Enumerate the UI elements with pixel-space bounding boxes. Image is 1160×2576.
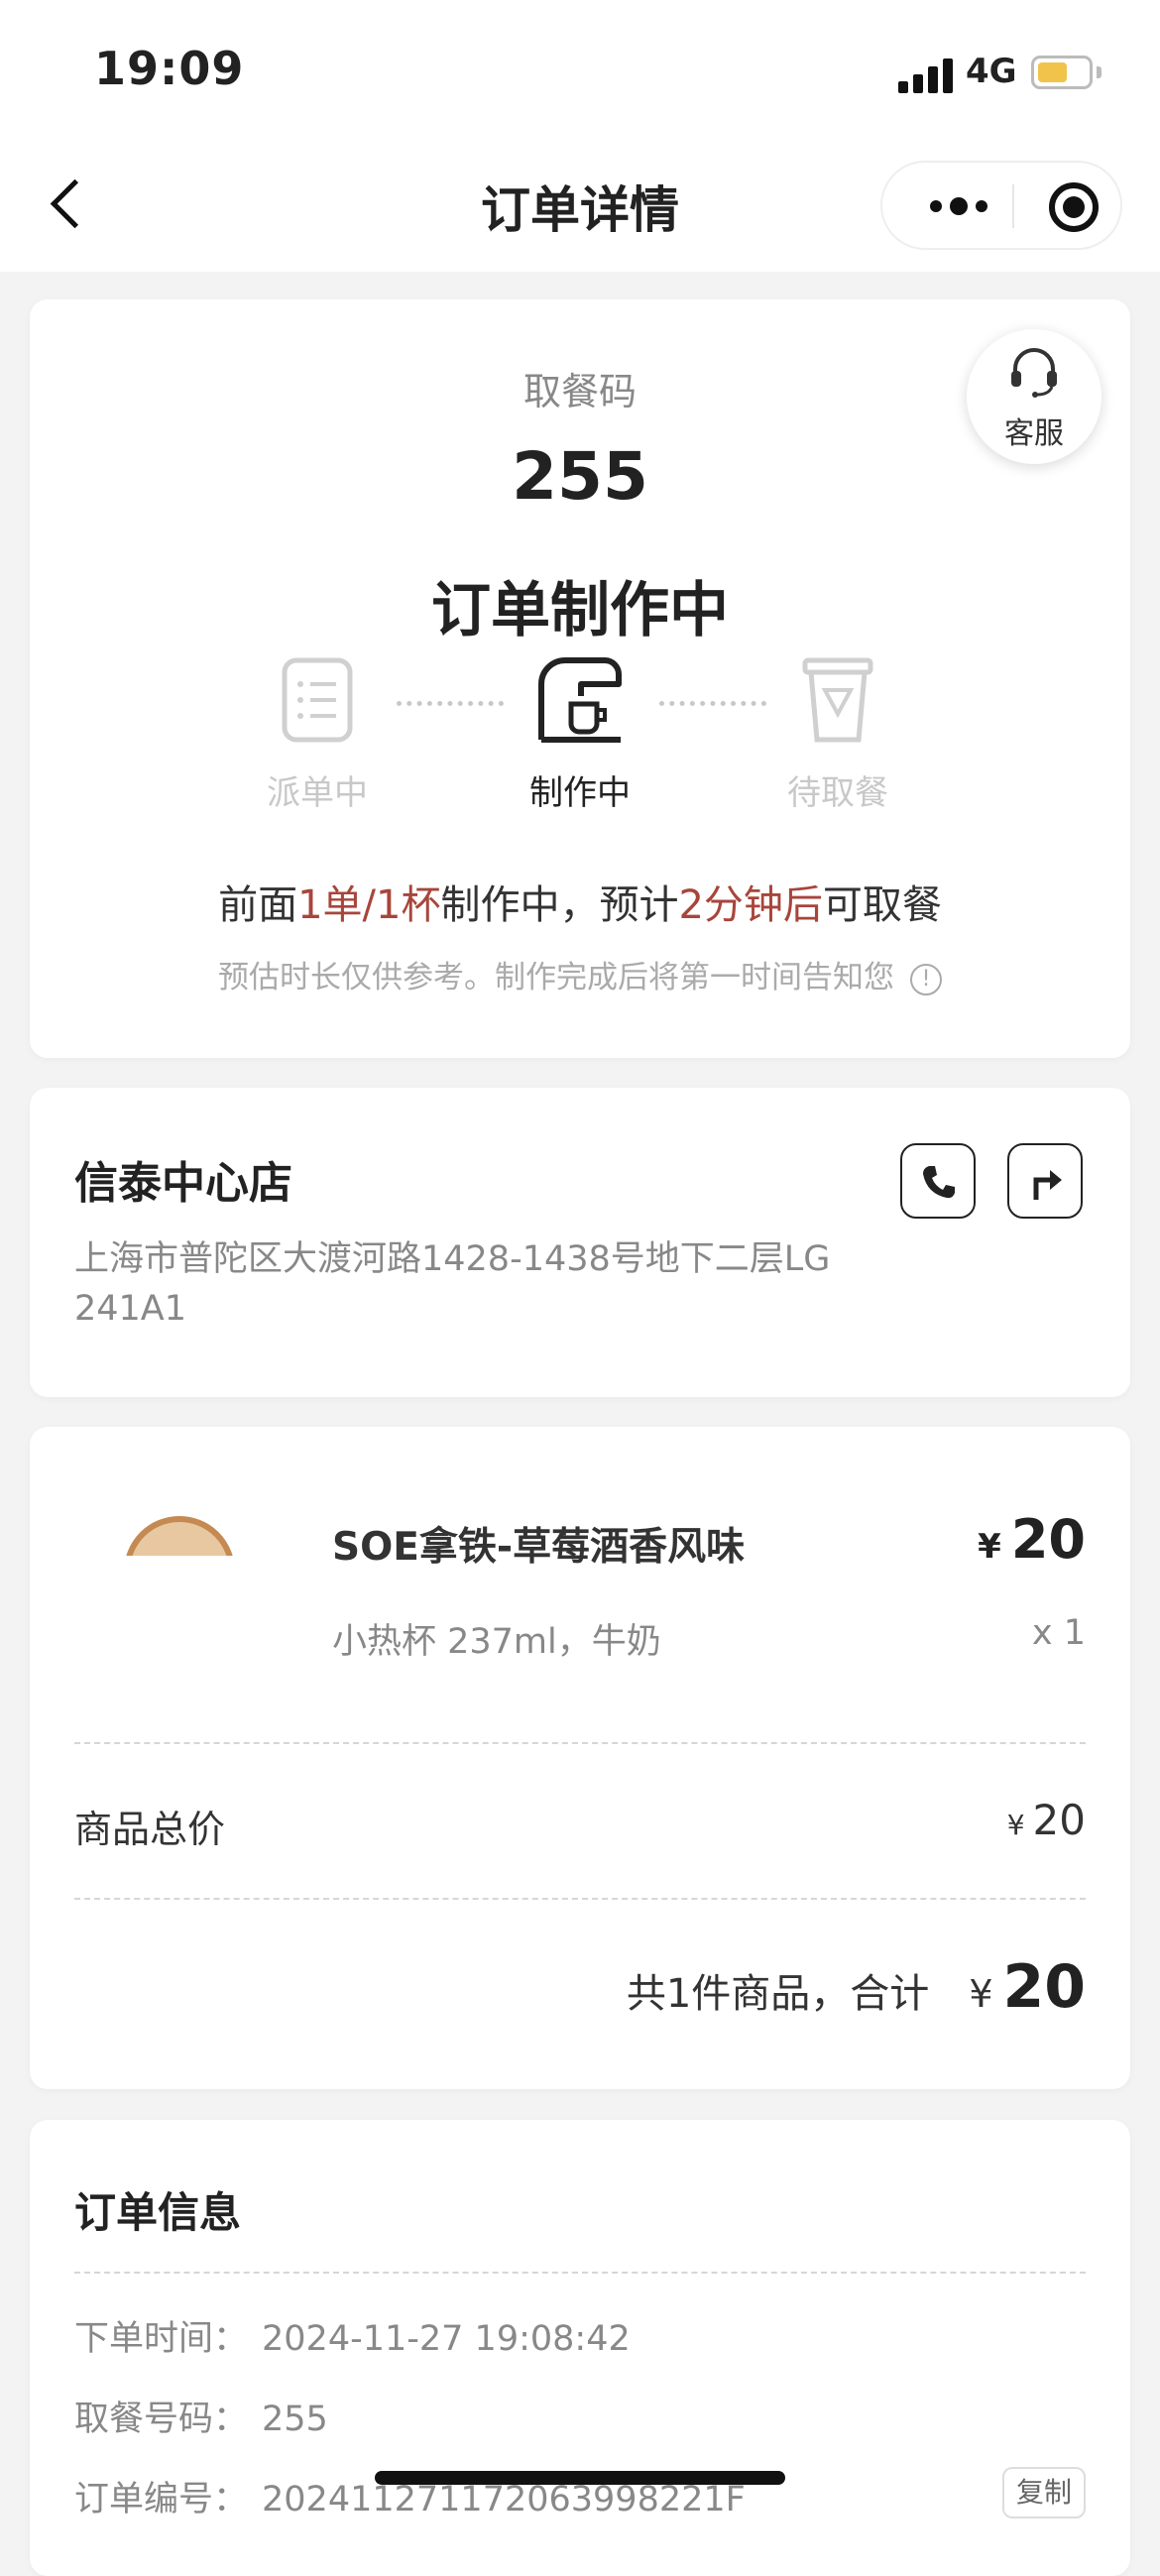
step-label-dispatching: 派单中 [267,773,368,813]
step-dispatching: 派单中 [228,656,406,814]
currency-symbol: ¥ [969,1972,993,2016]
status-time: 19:09 [94,42,245,95]
home-indicator [375,2471,785,2485]
total-text: 共1件商品，合计 [626,1971,930,2017]
pickup-code-label: 取餐码 [522,370,637,413]
divider [74,2272,1086,2274]
eta-part2: 制作中，预计 [440,882,679,928]
navbar: 订单详情 [0,139,1160,272]
info-row-order-time: 下单时间： 2024-11-27 19:08:42 [74,2310,631,2361]
target-icon[interactable] [1049,182,1099,232]
navigate-button[interactable] [1007,1143,1083,1219]
battery-icon [1031,56,1093,89]
subtotal-label: 商品总价 [74,1808,226,1851]
cup-icon [802,657,873,743]
eta-part1: 前面 [218,882,298,928]
currency-symbol: ¥ [978,1527,1001,1567]
list-icon [282,657,353,743]
product-image [124,1516,253,1556]
more-dots-icon[interactable] [916,188,1001,224]
info-value: 2024-11-27 19:08:42 [262,2319,631,2359]
order-info-title: 订单信息 [74,2188,242,2237]
product-spec: 小热杯 237ml，牛奶 [332,1622,661,1662]
headset-icon [1011,348,1057,398]
eta-note: 预估时长仅供参考。制作完成后将第一时间告知您! [30,952,1130,996]
customer-service-label: 客服 [1004,416,1064,451]
step-label-ready: 待取餐 [787,773,888,813]
mini-program-capsule [880,161,1122,250]
order-status-title: 订单制作中 [431,576,729,645]
divider [74,1898,1086,1900]
step-making: 制作中 [491,656,669,814]
info-value: 255 [262,2400,328,2439]
info-icon[interactable]: ! [910,963,942,995]
battery-cap [1097,66,1102,78]
eta-queue: 1单/1杯 [297,882,441,928]
info-label: 下单时间： [74,2319,249,2359]
step-connector [397,701,504,706]
product-name: SOE拿铁-草莓酒香风味 [332,1525,746,1570]
product-quantity: x 1 [1031,1613,1086,1653]
customer-service-button[interactable]: 客服 [967,329,1102,464]
pickup-code: 255 [512,438,648,515]
order-info-card: 订单信息 下单时间： 2024-11-27 19:08:42 取餐号码： 255 订… [30,2120,1130,2576]
total-amount: 20 [1002,1952,1087,2022]
info-value: 2024112711720639982​21F [262,2480,746,2519]
store-address: 上海市普陀区大渡河路1428-1438号地下二层LG 241A1 [74,1239,831,1329]
eta-time: 2分钟后 [678,882,823,928]
order-total: 共1件商品，合计 ¥20 [627,1952,1086,2022]
info-label: 取餐号码： [74,2400,249,2439]
copy-button[interactable]: 复制 [1002,2467,1086,2518]
step-label-making: 制作中 [529,773,631,813]
subtotal-amount: 20 [1032,1796,1086,1844]
store-card: 信泰中心店 上海市普陀区大渡河路1428-1438号地下二层LG 241A1 [30,1088,1130,1397]
product-price: ¥20 [978,1508,1086,1571]
store-name: 信泰中心店 [74,1158,292,1209]
phone-icon [923,1166,955,1199]
subtotal-value: ¥20 [1007,1796,1086,1844]
status-bar: 19:09 4G [0,0,1160,139]
eta-text: 前面1单/1杯制作中，预计2分钟后可取餐 [30,873,1130,930]
info-row-pickup-number: 取餐号码： 255 [74,2391,328,2441]
capsule-divider [1012,184,1014,228]
product-card: SOE拿铁-草莓酒香风味 ¥20 小热杯 237ml，牛奶 x 1 商品总价 ¥… [30,1427,1130,2089]
navigate-icon [1033,1170,1062,1200]
info-label: 订单编号： [74,2480,249,2519]
signal-icon [898,58,954,93]
product-price-value: 20 [1010,1508,1086,1571]
coffee-machine-icon [538,657,622,743]
order-status-card: 取餐码 255 订单制作中 客服 派单中 制作中 待取餐 前面1单/1杯制作中，… [30,299,1130,1058]
network-type: 4G [966,52,1017,91]
call-store-button[interactable] [900,1143,976,1219]
currency-symbol: ¥ [1006,1809,1025,1841]
step-ready: 待取餐 [749,656,927,814]
eta-note-text: 预估时长仅供参考。制作完成后将第一时间告知您 [218,960,894,995]
eta-part3: 可取餐 [822,882,942,928]
divider [74,1742,1086,1744]
